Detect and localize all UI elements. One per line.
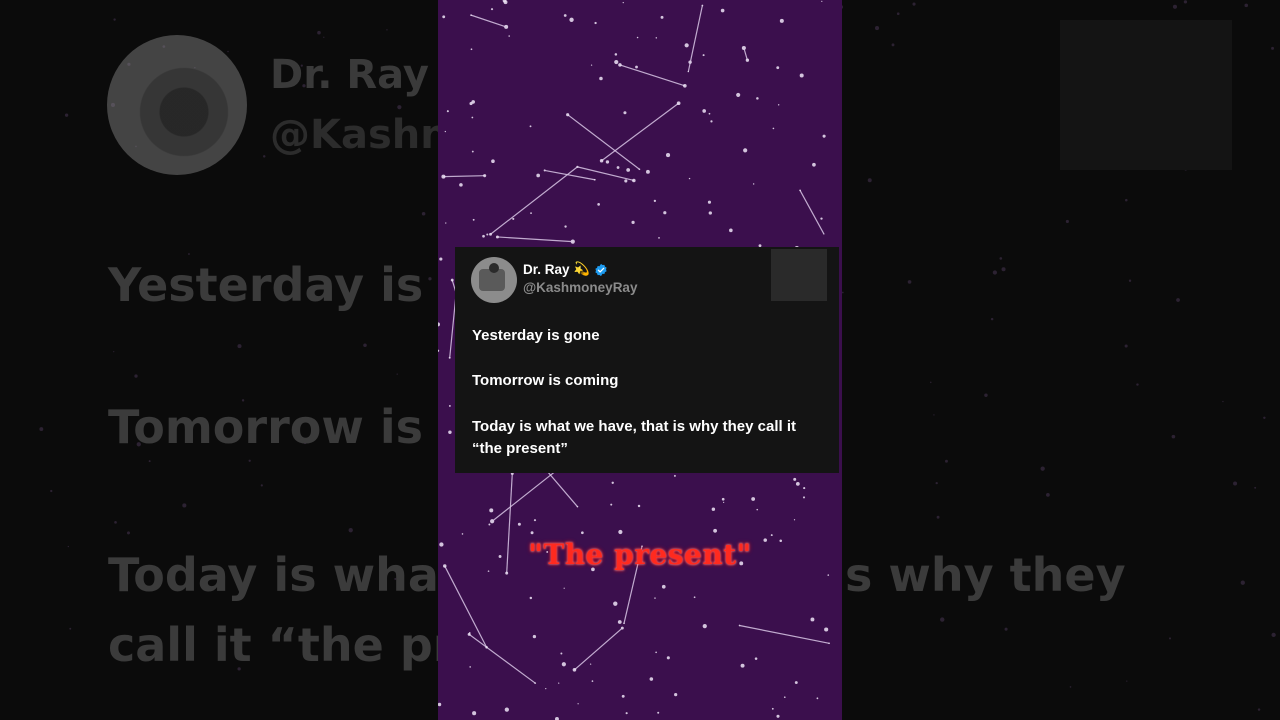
dizzy-emoji: 💫 bbox=[573, 262, 590, 277]
tweet-card: Dr. Ray 💫 @KashmoneyRay Yesterday is gon… bbox=[455, 247, 839, 473]
backdrop-line-3: Today is wha bbox=[108, 548, 439, 602]
verified-badge-icon bbox=[595, 263, 607, 276]
display-name[interactable]: Dr. Ray bbox=[523, 262, 570, 277]
backdrop-line-3-right: s why they bbox=[845, 548, 1126, 602]
name-row: Dr. Ray 💫 bbox=[523, 262, 608, 277]
user-handle[interactable]: @KashmoneyRay bbox=[523, 280, 637, 295]
backdrop-line-4: call it “the pr bbox=[108, 618, 456, 672]
tweet-line-1: Yesterday is gone bbox=[472, 327, 600, 344]
backdrop-handle: @Kashn bbox=[270, 112, 449, 158]
tweet-menu-box bbox=[771, 249, 827, 301]
avatar[interactable] bbox=[471, 257, 517, 303]
caption-text: "The present" bbox=[528, 538, 752, 571]
backdrop-display-name: Dr. Ray bbox=[270, 52, 429, 98]
backdrop-avatar bbox=[107, 35, 247, 175]
backdrop-line-1: Yesterday is bbox=[108, 258, 424, 312]
tweet-line-2: Tomorrow is coming bbox=[472, 372, 619, 389]
backdrop-menu-box bbox=[1060, 20, 1232, 170]
backdrop-line-2: Tomorrow is bbox=[108, 400, 424, 454]
tweet-line-3: Today is what we have, that is why they … bbox=[472, 418, 796, 457]
